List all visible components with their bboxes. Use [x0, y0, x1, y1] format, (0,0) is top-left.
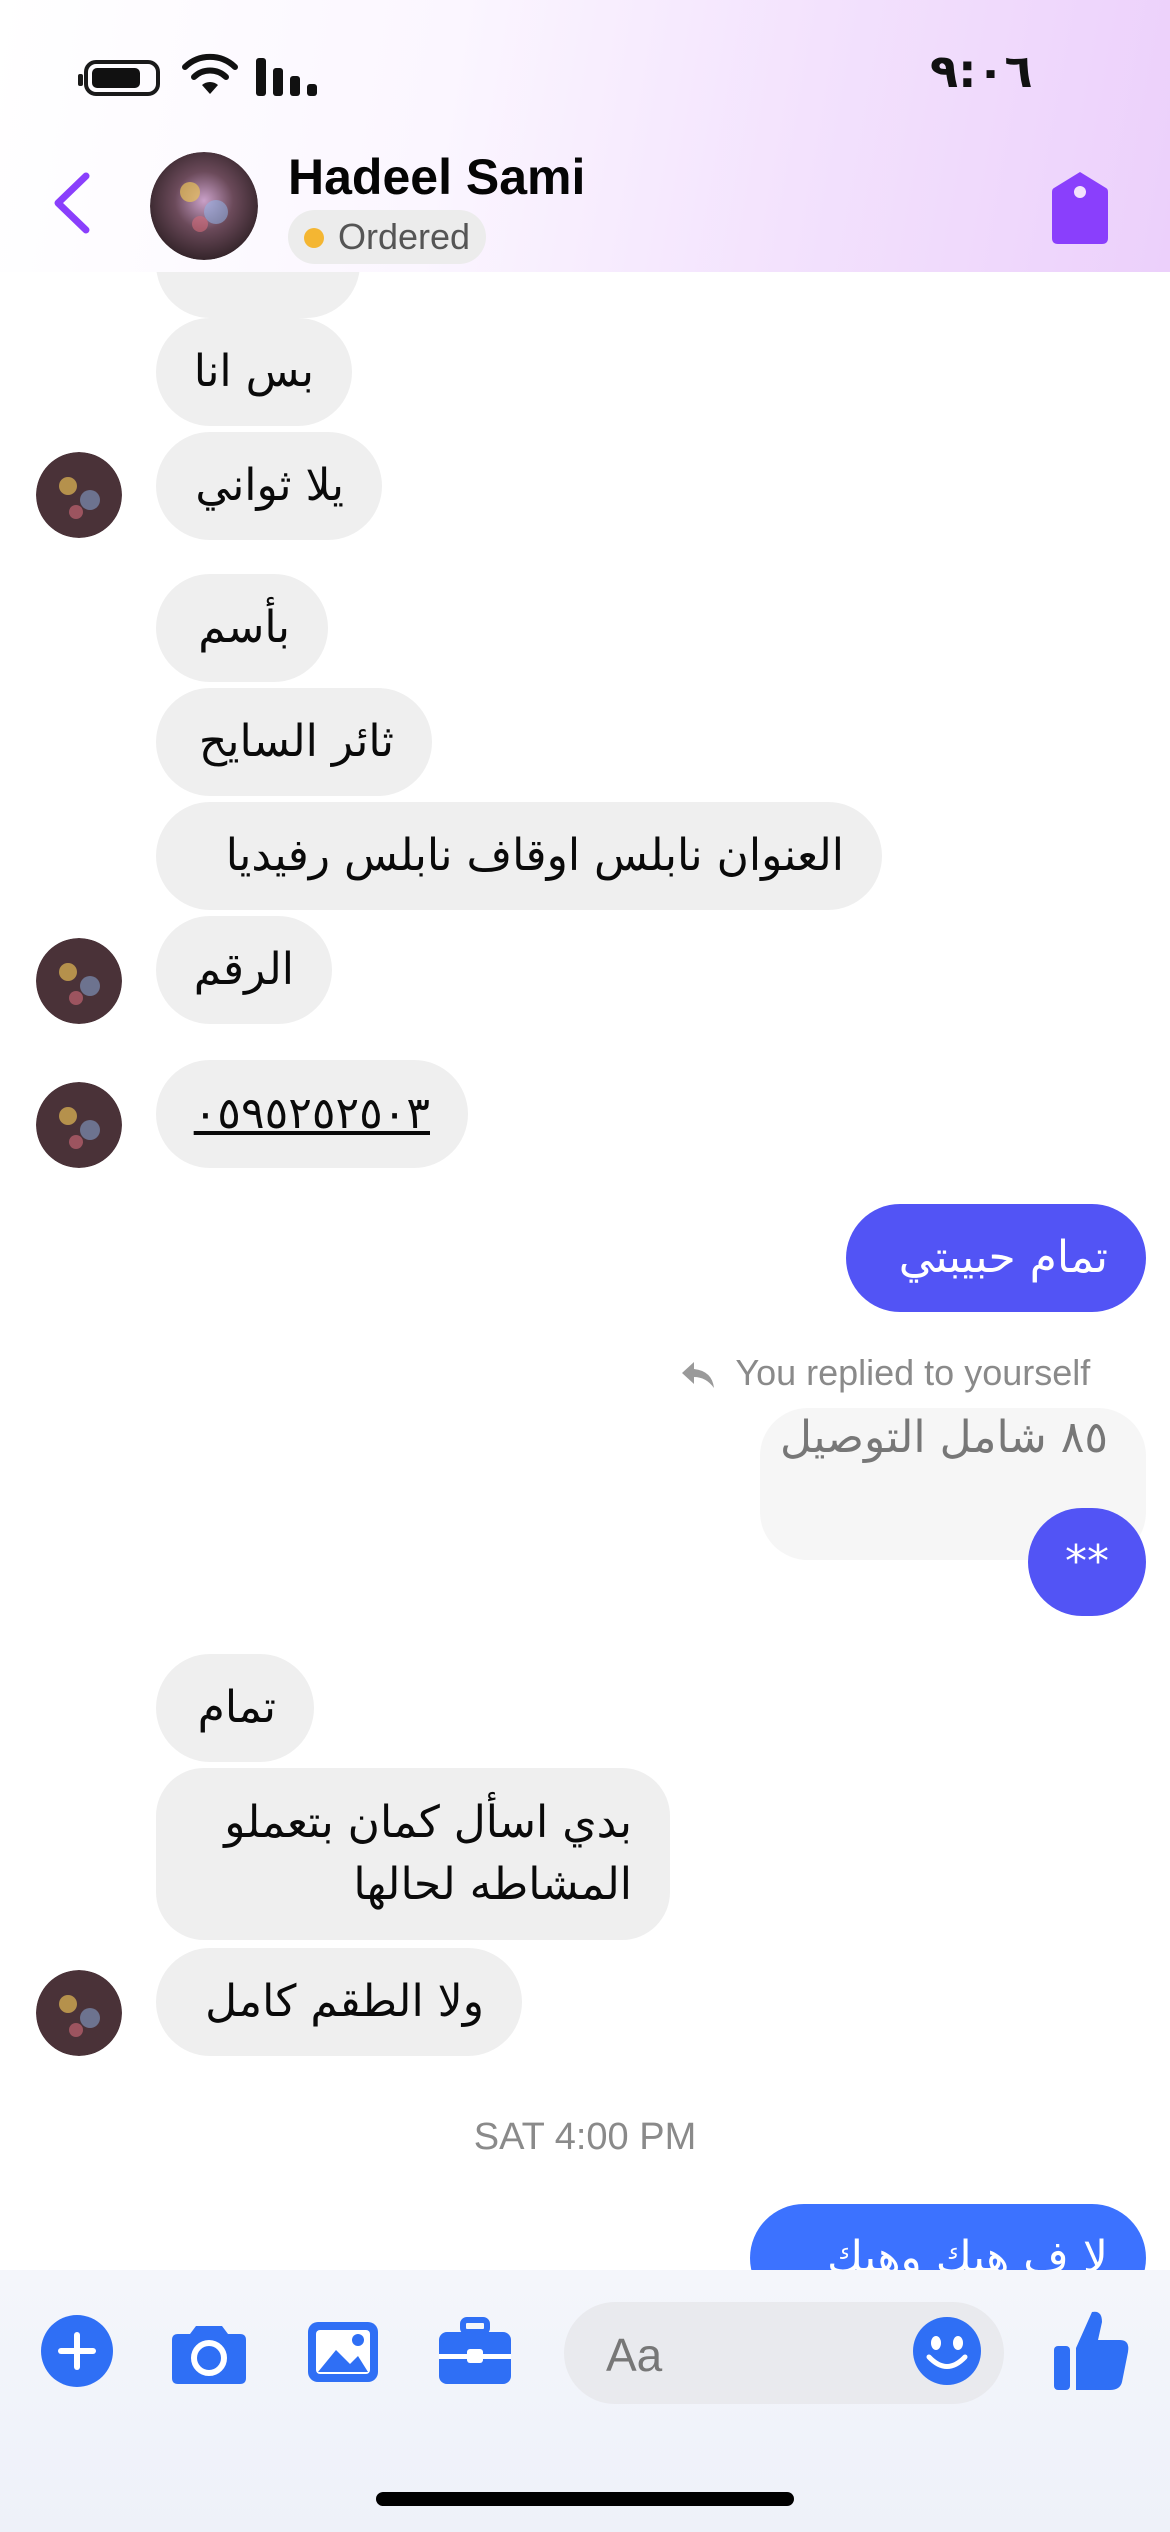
tag-icon[interactable]: [1050, 170, 1110, 246]
contact-avatar[interactable]: [150, 152, 258, 260]
message-bubble-outgoing[interactable]: تمام حبيبتي: [846, 1204, 1146, 1312]
message-bubble-incoming[interactable]: بدي اسأل كمان بتعملو المشاطه لحالها: [156, 1768, 670, 1940]
gallery-icon[interactable]: [304, 2312, 382, 2390]
wifi-icon: [182, 53, 238, 94]
status-badge[interactable]: Ordered: [288, 210, 487, 264]
message-input-placeholder: Aa: [606, 2329, 663, 2381]
status-label: Ordered: [338, 216, 471, 257]
emoji-icon[interactable]: [910, 2314, 984, 2388]
message-bubble-incoming[interactable]: العنوان نابلس اوقاف نابلس رفيديا: [156, 802, 882, 910]
message-bubble-outgoing[interactable]: **: [1028, 1508, 1146, 1616]
message-bubble-incoming[interactable]: الرقم: [156, 916, 332, 1024]
message-bubble-incoming[interactable]: ولا الطقم كامل: [156, 1948, 522, 2056]
signal-icon: [256, 58, 317, 96]
header: ٩:٠٦ Hadeel Sami Ordered: [0, 0, 1170, 272]
message-bubble-incoming[interactable]: ٠٥٩٥٢٥٢٥٠٣: [156, 1060, 468, 1168]
message-bubble-incoming[interactable]: بس انا: [156, 318, 352, 426]
sender-avatar: [36, 452, 122, 538]
camera-icon[interactable]: [170, 2312, 248, 2390]
home-indicator: [376, 2492, 794, 2506]
battery-icon: [78, 60, 160, 96]
timestamp-divider: SAT 4:00 PM: [473, 2116, 697, 2158]
back-chevron-icon[interactable]: [44, 168, 104, 238]
contact-name[interactable]: Hadeel Sami: [288, 148, 585, 206]
status-time: ٩:٠٦: [930, 44, 1033, 98]
reply-note-text: You replied to yourself: [735, 1352, 1091, 1393]
reply-arrow-icon: [682, 1362, 714, 1389]
message-bubble-incoming[interactable]: ثائر السايح: [156, 688, 432, 796]
briefcase-icon[interactable]: [436, 2312, 514, 2390]
sender-avatar: [36, 938, 122, 1024]
message-bubble-incoming[interactable]: تمام: [156, 1654, 314, 1762]
like-icon[interactable]: [1052, 2306, 1130, 2394]
message-bubble-incoming[interactable]: يلا ثواني: [156, 432, 382, 540]
plus-icon[interactable]: [38, 2312, 116, 2390]
phone-number-link[interactable]: ٠٥٩٥٢٥٢٥٠٣: [194, 1088, 430, 1139]
message-bubble-incoming[interactable]: بأسم: [156, 574, 328, 682]
sender-avatar: [36, 1970, 122, 2056]
status-dot-icon: [304, 228, 324, 248]
reply-note: You replied to yourself: [680, 1352, 1090, 1394]
sender-avatar: [36, 1082, 122, 1168]
